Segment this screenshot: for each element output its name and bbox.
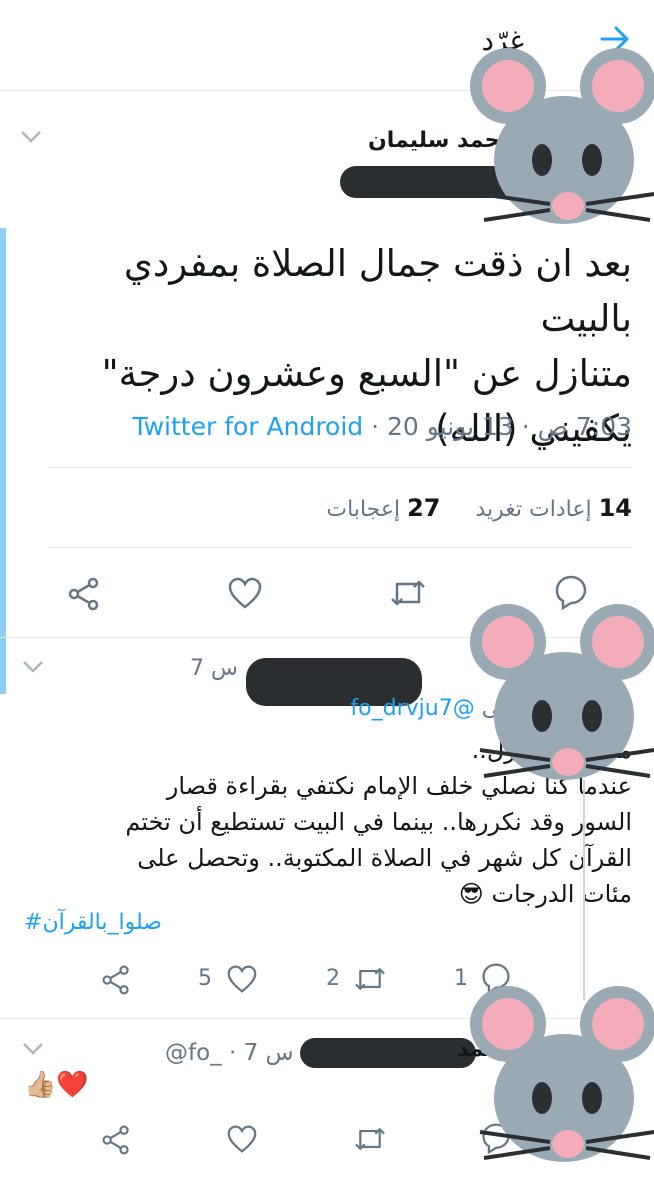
thread-highlight-bar [0, 228, 6, 694]
tweet-source-link[interactable]: Twitter for Android [132, 412, 363, 441]
heart-icon[interactable] [227, 576, 263, 610]
thread-connector [583, 780, 585, 1000]
reply-count: 1 [454, 966, 468, 991]
heart-icon[interactable] [226, 964, 258, 994]
chevron-down-icon[interactable] [20, 130, 42, 144]
tweet-text-line: بعد ان ذقت جمال الصلاة بمفردي بالبيت [123, 242, 632, 340]
chevron-down-icon[interactable] [22, 660, 44, 674]
mouse-face-icon [470, 986, 654, 1162]
retweet-icon[interactable] [388, 576, 428, 610]
reply-text-line: مئات الدرجات 😎 [458, 880, 632, 908]
share-icon[interactable] [100, 1124, 132, 1156]
reply-emojis: 👍🏼❤️ [24, 1070, 89, 1100]
retweet-icon[interactable] [352, 964, 388, 994]
reply-timestamp: 7 س [190, 656, 238, 681]
like-count[interactable]: 27 [407, 494, 440, 522]
share-icon[interactable] [100, 964, 132, 996]
reply-to-handle[interactable]: @fo_drvju7 [350, 696, 474, 721]
retweet-count: 2 [326, 966, 340, 991]
share-icon[interactable] [66, 576, 102, 612]
tweet-text-line: متنازل عن "السبع وعشرون درجة" [101, 352, 632, 395]
like-count: 5 [198, 966, 212, 991]
tweet-stats: 14 إعادات تغريد 27 إعجابات [326, 494, 632, 522]
tweet-timestamp: 7:03 ص · 13 يونيو 20 · [371, 412, 632, 441]
reply-text-line: السور وقد نكررها.. بينما في البيت تستطيع… [125, 808, 632, 836]
redacted-handle [300, 1038, 476, 1068]
tweet-meta: 7:03 ص · 13 يونيو 20 · Twitter for Andro… [132, 412, 632, 441]
retweet-icon[interactable] [352, 1124, 388, 1154]
like-label[interactable]: إعجابات [326, 497, 400, 522]
divider [48, 467, 632, 468]
retweet-label[interactable]: إعادات تغريد [475, 497, 591, 522]
mouse-face-icon [470, 604, 654, 780]
hashtag-link[interactable]: #صلوا_بالقرآن [24, 910, 162, 935]
reply-timestamp: @fo_ · 7 س [165, 1040, 294, 1066]
chevron-down-icon[interactable] [22, 1042, 44, 1056]
reply-text-line: القرآن كل شهر في الصلاة المكتوبة.. وتحصل… [137, 844, 632, 872]
divider [48, 547, 632, 548]
retweet-count[interactable]: 14 [599, 494, 632, 522]
heart-icon[interactable] [226, 1124, 258, 1154]
mouse-face-icon [470, 48, 654, 224]
